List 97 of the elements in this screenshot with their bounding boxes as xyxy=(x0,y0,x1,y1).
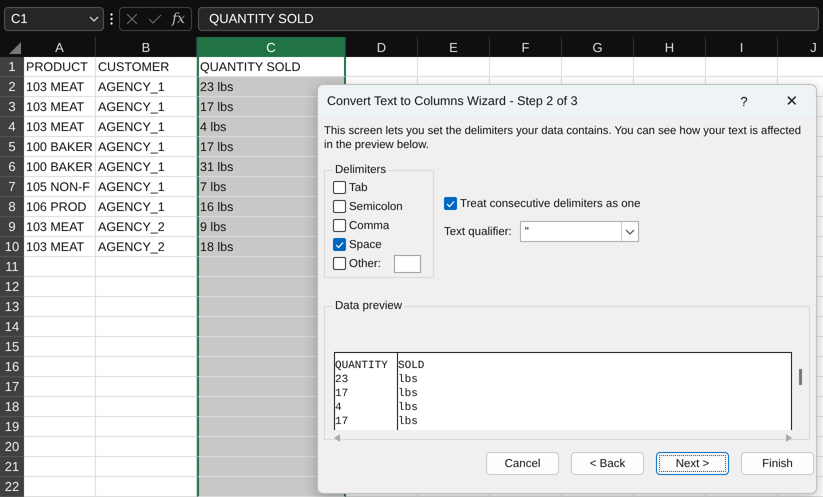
scroll-left-icon[interactable] xyxy=(334,434,340,442)
sheet-cell[interactable]: PRODUCT xyxy=(24,57,96,77)
sheet-cell[interactable]: AGENCY_2 xyxy=(96,217,197,237)
sheet-cell[interactable]: 103 MEAT xyxy=(24,217,96,237)
preview-text: lbs xyxy=(398,415,419,429)
preview-text: 23 xyxy=(335,373,350,387)
sheet-cell[interactable]: 100 BAKER xyxy=(24,157,96,177)
sheet-cell[interactable]: AGENCY_1 xyxy=(96,177,197,197)
checkbox-label[interactable]: Treat consecutive delimiters as one xyxy=(460,198,640,210)
preview-text: lbs xyxy=(398,387,419,401)
row-header[interactable]: 2 xyxy=(0,77,24,97)
close-button[interactable]: ✕ xyxy=(768,85,816,117)
other-delimiter-field[interactable] xyxy=(394,254,421,272)
preview-text: lbs xyxy=(398,373,419,387)
row-header[interactable]: 8 xyxy=(0,197,24,217)
checkbox[interactable] xyxy=(444,197,457,210)
row-header[interactable]: 7 xyxy=(0,177,24,197)
scrollbar-thumb[interactable] xyxy=(799,369,802,385)
sheet-cell[interactable]: 103 MEAT xyxy=(24,77,96,97)
row-header[interactable]: 4 xyxy=(0,117,24,137)
preview-text: SOLD xyxy=(398,359,424,373)
row-header[interactable]: 13 xyxy=(0,297,24,317)
checkbox-label[interactable]: Semicolon xyxy=(349,200,403,212)
sheet-cell[interactable]: 106 PROD xyxy=(24,197,96,217)
sheet-cell[interactable]: 103 MEAT xyxy=(24,97,96,117)
row-header[interactable]: 20 xyxy=(0,437,24,457)
checkbox[interactable] xyxy=(333,181,346,194)
formula-field[interactable]: QUANTITY SOLD xyxy=(198,6,819,30)
checkbox[interactable] xyxy=(333,200,346,213)
row-header[interactable]: 9 xyxy=(0,217,24,237)
preview-text: 17 xyxy=(335,387,350,401)
column-header[interactable]: J xyxy=(778,37,823,57)
sheet-cell[interactable]: CUSTOMER xyxy=(96,57,197,77)
sheet-cell[interactable]: AGENCY_2 xyxy=(96,237,197,257)
column-header[interactable]: C xyxy=(197,37,346,57)
row-header[interactable]: 10 xyxy=(0,237,24,257)
preview-text: QUANTITY xyxy=(335,359,389,373)
sheet-cell[interactable]: AGENCY_1 xyxy=(96,97,197,117)
dialog-button[interactable]: Finish xyxy=(741,452,814,475)
row-header[interactable]: 3 xyxy=(0,97,24,117)
column-header[interactable]: A xyxy=(24,37,96,57)
row-header[interactable]: 17 xyxy=(0,377,24,397)
sheet-cell[interactable]: AGENCY_1 xyxy=(96,197,197,217)
preview-text: 17 xyxy=(335,415,350,429)
checkbox[interactable] xyxy=(333,219,346,232)
sheet-cell[interactable]: 103 MEAT xyxy=(24,237,96,257)
checkbox-label[interactable]: Other: xyxy=(349,258,381,270)
help-button[interactable]: ? xyxy=(720,92,768,110)
checkbox-label[interactable]: Tab xyxy=(349,182,368,194)
row-header[interactable]: 18 xyxy=(0,397,24,417)
column-header[interactable]: E xyxy=(418,37,490,57)
dialog-button[interactable]: Cancel xyxy=(486,452,559,475)
row-header[interactable]: 19 xyxy=(0,417,24,437)
chevron-down-icon[interactable] xyxy=(624,228,635,234)
sheet-cell[interactable]: 103 MEAT xyxy=(24,117,96,137)
row-header[interactable]: 21 xyxy=(0,457,24,477)
sheet-cell[interactable]: AGENCY_1 xyxy=(96,117,197,137)
sheet-cell[interactable]: 105 NON-F xyxy=(24,177,96,197)
row-header[interactable]: 1 xyxy=(0,57,24,77)
insert-function-button[interactable]: fx xyxy=(172,10,186,26)
column-header[interactable]: D xyxy=(346,37,418,57)
row-header[interactable]: 15 xyxy=(0,337,24,357)
sheet-cell[interactable]: AGENCY_1 xyxy=(96,77,197,97)
row-header[interactable]: 5 xyxy=(0,137,24,157)
row-header[interactable]: 14 xyxy=(0,317,24,337)
sheet-cell[interactable]: QUANTITY SOLD xyxy=(197,57,346,77)
column-header[interactable]: G xyxy=(562,37,634,57)
select-all-icon[interactable] xyxy=(9,42,21,54)
cancel-icon[interactable] xyxy=(126,12,138,24)
row-header[interactable]: 16 xyxy=(0,357,24,377)
checkmark-icon[interactable] xyxy=(148,14,162,24)
row-header[interactable]: 6 xyxy=(0,157,24,177)
sheet-cell[interactable]: AGENCY_1 xyxy=(96,157,197,177)
column-header[interactable]: F xyxy=(490,37,562,57)
checkbox[interactable] xyxy=(333,257,346,270)
name-box[interactable]: C1 xyxy=(4,6,104,30)
column-header[interactable]: B xyxy=(96,37,197,57)
row-header[interactable]: 22 xyxy=(0,477,24,497)
checkbox-label[interactable]: Space xyxy=(349,238,382,250)
dialog-button[interactable]: < Back xyxy=(571,452,644,475)
group-label: Data preview xyxy=(334,300,404,312)
preview-text: lbs xyxy=(398,401,419,415)
scroll-right-icon[interactable] xyxy=(786,434,792,442)
text-qualifier-dropdown[interactable]: " xyxy=(520,221,639,242)
checkbox[interactable] xyxy=(333,238,346,251)
checkbox-label[interactable]: Comma xyxy=(349,220,390,232)
dialog-button[interactable]: Next > xyxy=(656,452,729,475)
row-header[interactable]: 11 xyxy=(0,257,24,277)
preview-text: 4 xyxy=(335,401,343,415)
row-header[interactable]: 12 xyxy=(0,277,24,297)
more-options-icon[interactable] xyxy=(110,12,113,24)
field-label: Text qualifier: xyxy=(444,226,512,238)
column-header[interactable]: H xyxy=(634,37,706,57)
column-header[interactable]: I xyxy=(706,37,778,57)
sheet-cell[interactable]: 100 BAKER xyxy=(24,137,96,157)
cell-reference: C1 xyxy=(11,11,28,26)
sheet-cell[interactable]: AGENCY_1 xyxy=(96,137,197,157)
